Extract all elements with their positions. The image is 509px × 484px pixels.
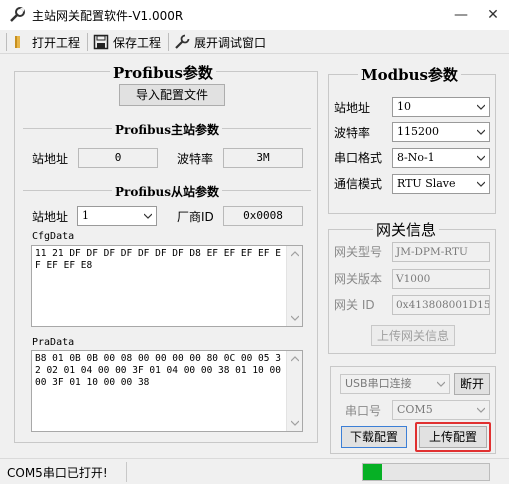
open-project-label: 打开工程	[32, 35, 81, 50]
cfgdata-scrollbar[interactable]	[286, 246, 302, 326]
status-bar: COM5串口已打开!	[0, 458, 509, 484]
save-project-button[interactable]: 保存工程	[93, 32, 161, 52]
save-disk-icon	[93, 34, 109, 50]
modbus-group-title: Modbus参数	[358, 64, 461, 85]
port-number-select[interactable]: COM5	[392, 400, 490, 420]
toolbar: 打开工程 保存工程 展开调试窗口	[0, 30, 509, 54]
toolbar-grip	[6, 33, 7, 51]
download-config-button[interactable]: 下载配置	[341, 426, 407, 448]
port-number-value: COM5	[397, 403, 433, 416]
wrench-icon	[175, 34, 190, 49]
chevron-down-icon	[477, 104, 485, 110]
profibus-group-title: Profibus参数	[110, 62, 216, 83]
status-message: COM5串口已打开!	[7, 466, 108, 480]
master-station-label: 站地址	[32, 152, 69, 166]
chevron-down-icon	[477, 129, 485, 135]
toolbar-divider	[168, 33, 169, 51]
chevron-down-icon	[477, 407, 485, 413]
gateway-id-field: 0x413808001D1547	[392, 295, 490, 315]
upload-config-button[interactable]: 上传配置	[419, 426, 487, 448]
vendor-id-label: 厂商ID	[177, 210, 214, 224]
port-number-label: 串口号	[345, 404, 382, 418]
pradata-label: PraData	[32, 337, 75, 348]
modbus-station-select[interactable]: 10	[392, 97, 490, 117]
slave-station-value: 1	[82, 209, 89, 222]
minimize-button[interactable]: —	[446, 0, 476, 30]
scroll-up-icon[interactable]	[291, 356, 299, 362]
gateway-model-label: 网关型号	[334, 245, 383, 259]
upload-gateway-info-button[interactable]: 上传网关信息	[371, 325, 455, 346]
disconnect-button[interactable]: 断开	[454, 373, 490, 395]
gateway-version-label: 网关版本	[334, 272, 383, 286]
chevron-down-icon	[144, 213, 152, 219]
port-type-select[interactable]: USB串口连接	[340, 374, 450, 394]
pradata-textarea[interactable]: B8 01 0B 0B 00 08 00 00 00 00 80 0C 00 0…	[31, 350, 303, 432]
comm-mode-label: 通信模式	[334, 177, 383, 191]
folder-icon	[15, 36, 20, 48]
cfgdata-textarea[interactable]: 11 21 DF DF DF DF DF DF DF D8 EF EF EF E…	[31, 245, 303, 327]
gateway-version-field: V1000	[392, 269, 490, 289]
chevron-down-icon	[437, 381, 445, 387]
slave-params-title: Profibus从站参数	[112, 183, 222, 200]
vendor-id-field: 0x0008	[223, 206, 303, 226]
gateway-group-title: 网关信息	[373, 219, 440, 240]
modbus-baud-value: 115200	[397, 125, 439, 138]
chevron-down-icon	[477, 181, 485, 187]
close-button[interactable]: ✕	[478, 0, 508, 30]
port-type-value: USB串口连接	[345, 377, 412, 390]
modbus-baud-select[interactable]: 115200	[392, 122, 490, 142]
comm-mode-select[interactable]: RTU Slave	[392, 174, 490, 194]
slave-station-select[interactable]: 1	[77, 206, 157, 226]
toolbar-divider	[87, 33, 88, 51]
progress-fill	[363, 464, 382, 480]
window-title: 主站网关配置软件-V1.000R	[32, 9, 184, 23]
modbus-station-label: 站地址	[334, 101, 371, 115]
import-config-button[interactable]: 导入配置文件	[119, 84, 225, 106]
debug-window-button[interactable]: 展开调试窗口	[174, 32, 266, 52]
cfgdata-label: CfgData	[32, 231, 75, 242]
cfgdata-text: 11 21 DF DF DF DF DF DF DF D8 EF EF EF E…	[35, 248, 281, 271]
scroll-down-icon[interactable]	[291, 420, 299, 426]
master-baud-label: 波特率	[177, 152, 214, 166]
pradata-text: B8 01 0B 0B 00 08 00 00 00 00 80 0C 00 0…	[35, 353, 281, 388]
modbus-station-value: 10	[397, 100, 411, 113]
serial-format-select[interactable]: 8-No-1	[392, 148, 490, 168]
serial-format-label: 串口格式	[334, 151, 383, 165]
gateway-model-field: JM-DPM-RTU	[392, 242, 490, 262]
scroll-up-icon[interactable]	[291, 251, 299, 257]
status-divider	[126, 462, 127, 482]
modbus-baud-label: 波特率	[334, 126, 371, 140]
title-bar: 主站网关配置软件-V1.000R — ✕	[0, 0, 509, 30]
master-baud-field: 3M	[223, 148, 303, 168]
chevron-down-icon	[477, 155, 485, 161]
save-project-label: 保存工程	[113, 35, 162, 50]
debug-window-label: 展开调试窗口	[194, 35, 267, 50]
master-params-title: Profibus主站参数	[112, 121, 222, 138]
master-station-field: 0	[78, 148, 158, 168]
gateway-id-label: 网关 ID	[334, 298, 375, 312]
app-wrench-icon	[8, 6, 26, 24]
serial-format-value: 8-No-1	[397, 151, 435, 164]
slave-station-label: 站地址	[32, 210, 69, 224]
comm-mode-value: RTU Slave	[397, 177, 456, 190]
progress-bar	[362, 463, 490, 481]
open-project-button[interactable]: 打开工程	[12, 32, 80, 52]
scroll-down-icon[interactable]	[291, 315, 299, 321]
pradata-scrollbar[interactable]	[286, 351, 302, 431]
